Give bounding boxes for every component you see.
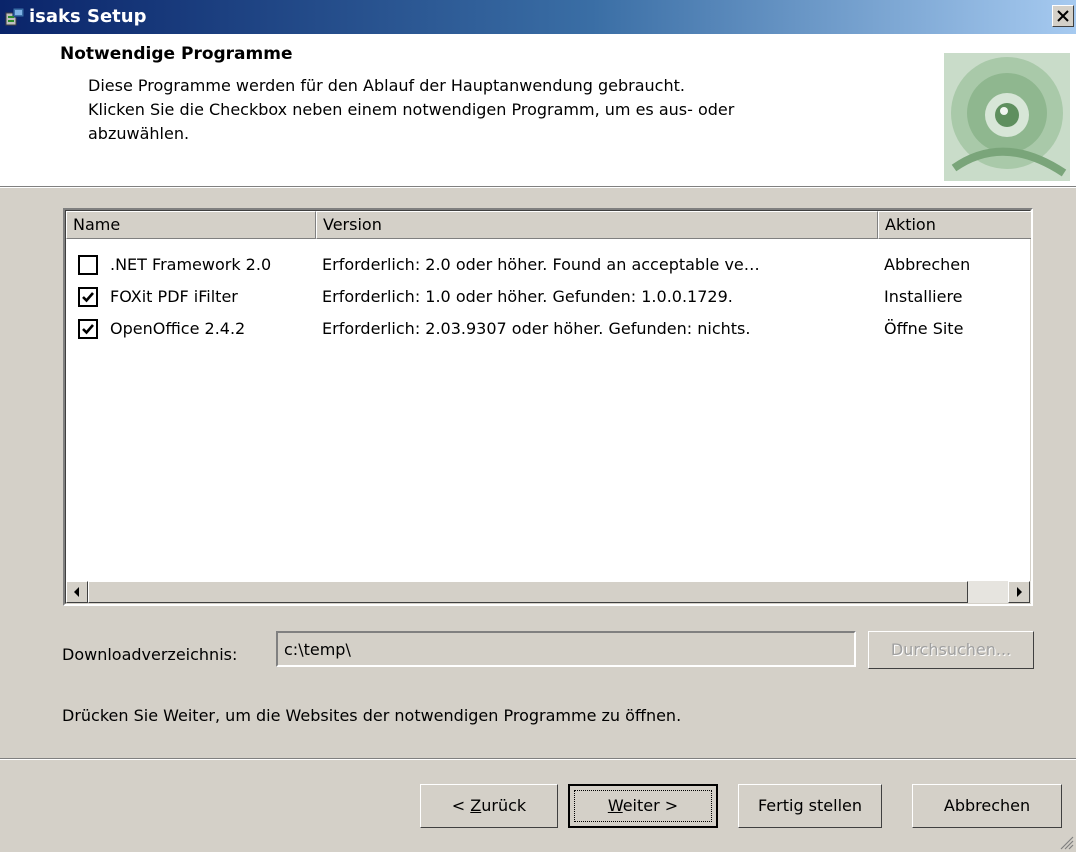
back-mnemonic: Z [470,796,482,815]
title-bar[interactable]: isaks Setup [0,0,1076,34]
resize-grip-icon[interactable] [1060,836,1074,850]
column-action[interactable]: Aktion [878,211,1031,239]
back-rest: urück [481,796,527,815]
window-title: isaks Setup [29,6,147,27]
wizard-header: Notwendige Programme Diese Programme wer… [0,34,1076,188]
row-checkbox[interactable] [78,287,98,307]
arrow-left-icon [74,587,79,597]
download-dir-input[interactable] [276,631,856,667]
column-name[interactable]: Name [66,211,316,239]
hint-text: Drücken Sie Weiter, um die Websites der … [62,706,682,725]
row-checkbox[interactable] [78,319,98,339]
table-row[interactable]: OpenOffice 2.4.2 Erforderlich: 2.03.9307… [66,313,1031,345]
browse-button[interactable]: Durchsuchen... [868,631,1034,669]
row-name: FOXit PDF iFilter [110,287,238,306]
list-header: Name Version Aktion [66,211,1031,239]
row-action[interactable]: Abbrechen [884,249,970,281]
column-version[interactable]: Version [316,211,878,239]
back-button[interactable]: < Zurück [420,784,558,828]
row-checkbox[interactable] [78,255,98,275]
download-dir-label: Downloadverzeichnis: [62,645,238,664]
footer-separator [0,758,1076,760]
row-version: Erforderlich: 2.0 oder höher. Found an a… [322,255,760,274]
setup-app-icon [5,7,25,26]
checkmark-icon [82,292,94,303]
scroll-thumb[interactable] [88,581,968,603]
table-row[interactable]: FOXit PDF iFilter Erforderlich: 1.0 oder… [66,281,1031,313]
row-name: .NET Framework 2.0 [110,255,272,274]
scroll-right-button[interactable] [1008,581,1030,603]
setup-window: isaks Setup Notwendige Programme Diese P… [0,0,1076,852]
setup-banner-image [944,53,1070,181]
row-action[interactable]: Installiere [884,281,963,313]
table-row[interactable]: .NET Framework 2.0 Erforderlich: 2.0 ode… [66,249,1031,281]
back-prefix: < [451,796,471,815]
next-button[interactable]: Weiter > [568,784,718,828]
close-button[interactable] [1052,5,1074,27]
page-description: Diese Programme werden für den Ablauf de… [88,76,735,143]
focus-rect [574,790,712,822]
close-icon [1057,10,1069,22]
horizontal-scrollbar[interactable] [66,581,1031,603]
cancel-button[interactable]: Abbrechen [912,784,1062,828]
programs-list[interactable]: Name Version Aktion .NET Framework 2.0 E… [63,208,1033,606]
arrow-right-icon [1017,587,1022,597]
row-version: Erforderlich: 2.03.9307 oder höher. Gefu… [322,319,751,338]
row-version: Erforderlich: 1.0 oder höher. Gefunden: … [322,287,733,306]
row-action[interactable]: Öffne Site [884,313,963,345]
row-name: OpenOffice 2.4.2 [110,319,246,338]
scroll-left-button[interactable] [66,581,88,603]
header-separator [0,186,1076,188]
checkmark-icon [82,324,94,335]
finish-button[interactable]: Fertig stellen [738,784,882,828]
page-title: Notwendige Programme [60,44,293,64]
